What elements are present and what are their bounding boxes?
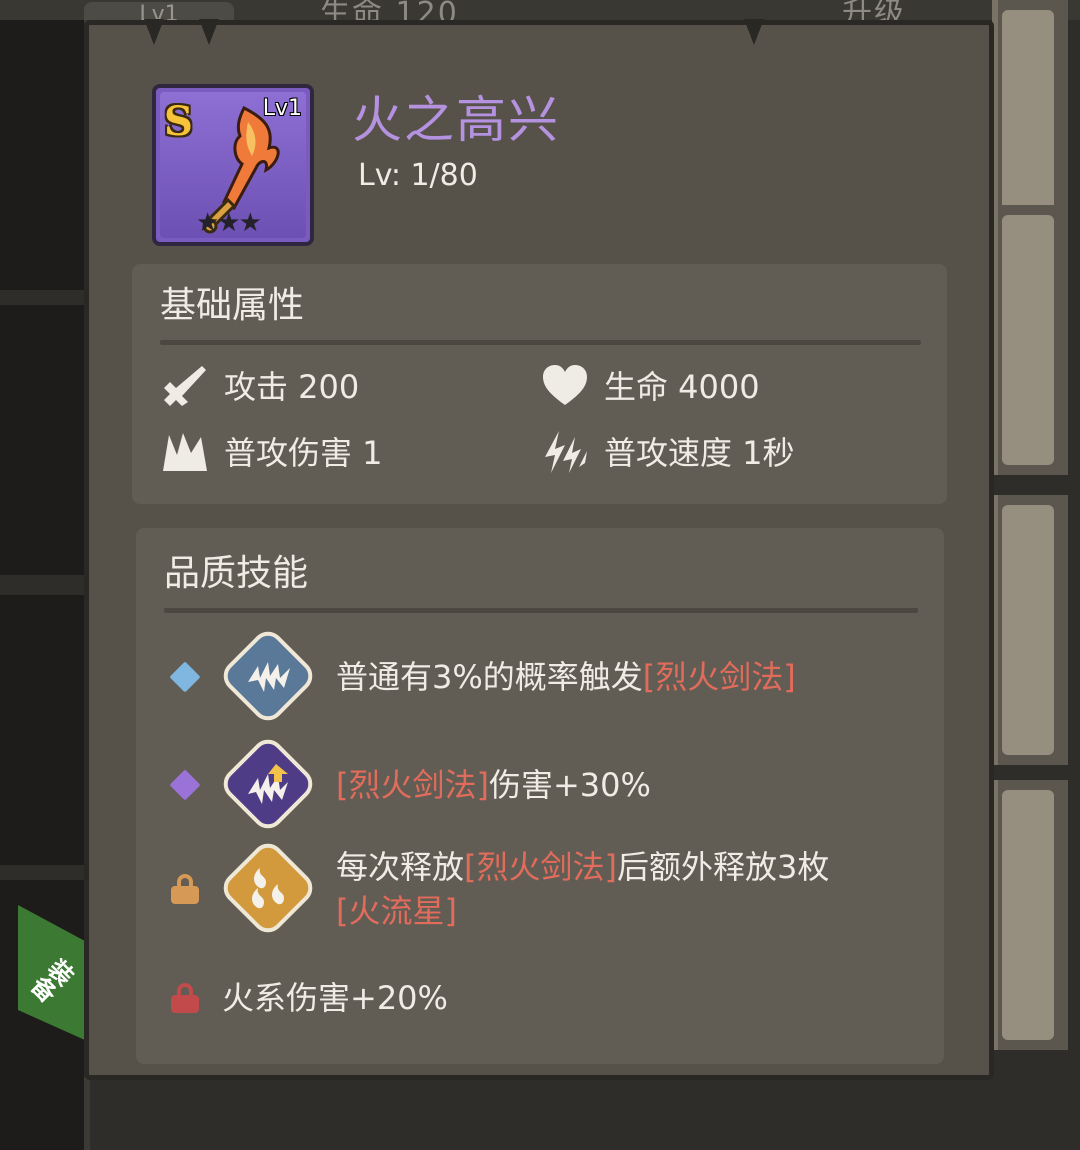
popup-notch [744,19,764,45]
background-card [0,595,90,865]
skill-row: [烈火剑法]伤害+30% [169,733,651,835]
divider [164,608,918,613]
stat-attack: 攻击 200 [160,360,359,410]
divider [160,340,921,345]
lightning-upgrade-skill-icon[interactable] [217,733,319,835]
stat-normal-damage-label: 普攻伤害 1 [224,434,383,472]
heart-icon [540,360,590,410]
fire-skill-icon[interactable] [217,837,319,939]
skill-description: 火系伤害+20% [222,979,448,1017]
popup-notch [144,19,164,45]
purple-gem-icon [169,769,201,801]
rank-badge: S [164,98,193,145]
stat-hp-label: 生命 4000 [604,368,760,406]
skill-description: [烈火剑法]伤害+30% [336,766,651,804]
claw-icon [160,426,210,476]
item-name: 火之高兴 [352,91,560,149]
background-card [0,20,90,290]
sword-icon [160,360,210,410]
stat-attack-speed: 普攻速度 1秒 [540,426,795,476]
stat-attack-speed-label: 普攻速度 1秒 [604,434,795,472]
stat-hp: 生命 4000 [540,360,760,410]
popup-notch [199,19,219,45]
lock-icon [170,983,200,1013]
skill-description: 普通有3%的概率触发[烈火剑法] [336,658,796,696]
stat-attack-label: 攻击 200 [224,368,360,406]
item-icon: S Lv1 ★★★ [152,84,314,246]
lock-icon [170,874,200,904]
blue-gem-icon [169,661,201,693]
background-card [0,305,90,575]
background-card [992,205,1068,475]
lightning-skill-icon[interactable] [217,625,319,727]
skill-row: 普通有3%的概率触发[烈火剑法] [169,625,796,727]
item-level: Lv: 1/80 [358,158,478,193]
background-card [992,780,1068,1050]
skill-description: 每次释放[烈火剑法]后额外释放3枚 [火流星] [336,848,830,930]
stat-normal-damage: 普攻伤害 1 [160,426,383,476]
icon-level-badge: Lv1 [262,96,302,121]
quality-skills-heading: 品质技能 [164,553,309,594]
skill-row: 火系伤害+20% [170,976,448,1020]
base-attributes-heading: 基础属性 [160,285,305,326]
skill-row: 每次释放[烈火剑法]后额外释放3枚 [火流星] [170,837,916,939]
background-card [992,495,1068,765]
speed-icon [540,426,590,476]
star-rating: ★★★ [196,208,262,238]
